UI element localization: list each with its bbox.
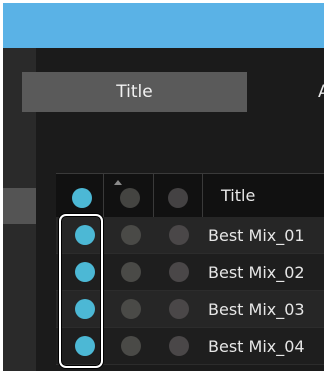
row-selected-dot-icon[interactable] <box>75 262 95 282</box>
app-window: Title A Title Best Mix_01 Best Mix_02 Be… <box>3 3 324 371</box>
header-dot-3-icon <box>168 188 188 208</box>
list-row[interactable]: Best Mix_01 <box>56 217 324 254</box>
row-title: Best Mix_02 <box>208 262 305 282</box>
row-title: Best Mix_01 <box>208 225 305 245</box>
tab-next[interactable]: A <box>248 72 324 112</box>
tab-title-label: Title <box>116 82 153 102</box>
list-row[interactable]: Best Mix_04 <box>56 328 324 365</box>
list-header: Title <box>56 173 324 218</box>
tab-next-label: A <box>318 82 324 102</box>
title-column-header[interactable]: Title <box>221 174 255 217</box>
row-dot-3-icon[interactable] <box>169 262 189 282</box>
list-row[interactable]: Best Mix_03 <box>56 291 324 328</box>
row-dot-2-icon[interactable] <box>121 299 141 319</box>
list-row[interactable]: Best Mix_02 <box>56 254 324 291</box>
row-dot-2-icon[interactable] <box>121 336 141 356</box>
row-selected-dot-icon[interactable] <box>75 336 95 356</box>
row-selected-dot-icon[interactable] <box>75 299 95 319</box>
row-dot-3-icon[interactable] <box>169 225 189 245</box>
header-column-1[interactable] <box>56 174 104 217</box>
header-dot-2-icon <box>120 188 140 208</box>
row-title: Best Mix_03 <box>208 299 305 319</box>
row-selected-dot-icon[interactable] <box>75 225 95 245</box>
row-dot-2-icon[interactable] <box>121 262 141 282</box>
title-bar <box>3 3 324 48</box>
row-dot-3-icon[interactable] <box>169 336 189 356</box>
left-panel-selected-item[interactable] <box>3 188 36 224</box>
select-all-dot-icon[interactable] <box>72 188 92 208</box>
sort-ascending-icon <box>114 180 122 185</box>
row-dot-3-icon[interactable] <box>169 299 189 319</box>
tab-title[interactable]: Title <box>22 72 247 112</box>
row-dot-2-icon[interactable] <box>121 225 141 245</box>
row-title: Best Mix_04 <box>208 336 305 356</box>
